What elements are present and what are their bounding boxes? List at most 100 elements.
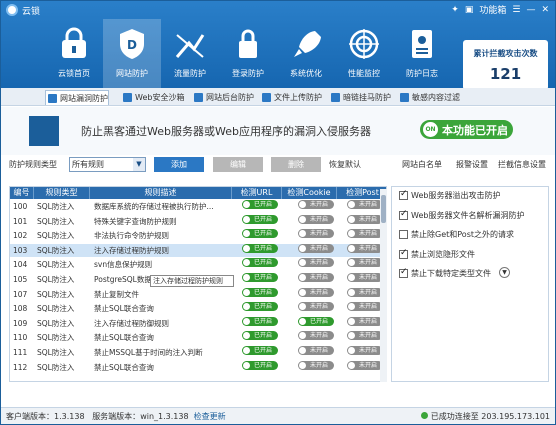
nav-log[interactable]: 防护日志 (393, 19, 451, 88)
toggle-knob (348, 274, 355, 281)
connection-text: 已成功连接至 203.195.173.101 (430, 412, 550, 421)
toggle-url[interactable]: 已开启 (242, 331, 278, 341)
toggle-post[interactable]: 未开启 (347, 214, 383, 224)
toggle-url[interactable]: 已开启 (242, 346, 278, 355)
menu-icon[interactable]: ☰ (512, 5, 520, 15)
table-row[interactable]: 104 SQL防注入 svn信息保护规则 已开启 未开启 未开启 (10, 258, 383, 271)
toggle-cookie[interactable]: 未开启 (298, 302, 334, 312)
table-row[interactable]: 108 SQL防注入 禁止SQL联合查询 已开启 未开启 未开启 (10, 302, 383, 315)
edit-button[interactable]: 编辑 (213, 157, 263, 172)
table-row[interactable]: 102 SQL防注入 非法执行命令防护规则 已开启 未开启 未开启 (10, 229, 383, 242)
nav-home[interactable]: 云锁首页 (45, 19, 103, 88)
tab-sandbox[interactable]: Web安全沙箱 (121, 90, 184, 105)
toggle-post[interactable]: 未开启 (347, 302, 383, 312)
alarm-settings-link[interactable]: 报警设置 (456, 157, 488, 172)
table-row[interactable]: 111 SQL防注入 禁止MSSQL基于时间的注入判断 已开启 未开启 未开启 (10, 346, 383, 359)
skin-icon[interactable]: ▣ (465, 5, 474, 15)
toggle-url[interactable]: 已开启 (242, 316, 278, 326)
col-desc[interactable]: 规则描述 (90, 187, 232, 199)
table-row[interactable]: 107 SQL防注入 禁止复制文件 已开启 未开启 未开启 (10, 287, 383, 301)
checkbox[interactable] (399, 267, 408, 278)
pin-icon[interactable]: ✦ (451, 5, 459, 15)
toggle-url[interactable]: 已开启 (242, 273, 278, 282)
table-row[interactable]: 103 SQL防注入 注入存储过程防护规则 已开启 未开启 未开启 (10, 243, 383, 257)
cell-id: 104 (13, 260, 28, 270)
toggle-post[interactable]: 未开启 (347, 316, 383, 326)
toggle-url[interactable]: 已开启 (242, 287, 278, 297)
tab-darklink[interactable]: 暗链挂马防护 (329, 90, 391, 105)
col-url[interactable]: 检测URL (232, 187, 282, 199)
toggle-label: 已开启 (253, 244, 272, 252)
table-row[interactable]: 100 SQL防注入 数据库系统的存储过程被执行防护... 已开启 未开启 未开启 (10, 200, 383, 213)
header: 云锁 ✦ ▣ 功能箱 ☰ — ✕ 云锁首页 D 网站防护 流量防护 登录防护 系… (1, 1, 555, 90)
nav-optimize[interactable]: 系统优化 (277, 19, 335, 88)
toggle-cookie[interactable]: 未开启 (298, 360, 334, 370)
toggle-cookie[interactable]: 未开启 (298, 331, 334, 341)
nav-monitor[interactable]: 性能监控 (335, 19, 393, 88)
tab-vuln-protect[interactable]: 网站漏洞防护 (45, 90, 109, 105)
traffic-icon (175, 34, 205, 58)
toggle-knob (299, 317, 306, 325)
toggle-cookie[interactable]: 未开启 (298, 243, 334, 253)
toggle-post[interactable]: 未开启 (347, 229, 383, 239)
toggle-url[interactable]: 已开启 (242, 229, 278, 239)
toggle-cookie[interactable]: 已开启 (298, 316, 334, 326)
checkbox[interactable] (399, 230, 408, 239)
minimize-icon[interactable]: — (526, 5, 535, 15)
tab-upload[interactable]: 文件上传防护 (260, 90, 322, 105)
feature-status: 本功能已开启 (442, 124, 508, 137)
toggle-post[interactable]: 未开启 (347, 287, 383, 297)
toggle-url[interactable]: 已开启 (242, 360, 278, 370)
table-row[interactable]: 101 SQL防注入 特殊关键字查询防护规则 已开启 未开启 未开启 (10, 214, 383, 228)
col-cookie[interactable]: 检测Cookie (282, 187, 337, 199)
scroll-thumb[interactable] (381, 195, 386, 223)
checkbox[interactable] (399, 209, 408, 220)
add-button[interactable]: 添加 (154, 157, 204, 172)
toggle-cookie[interactable]: 未开启 (298, 229, 334, 239)
toggle-url[interactable]: 已开启 (242, 214, 278, 224)
feature-toggle-button[interactable]: ON 本功能已开启 (420, 120, 513, 139)
nav-login[interactable]: 登录防护 (219, 19, 277, 88)
toggle-url[interactable]: 已开启 (242, 258, 278, 268)
toggle-label: 未开启 (358, 317, 377, 325)
toolbox-label[interactable]: 功能箱 (479, 3, 506, 16)
toggle-cookie[interactable]: 未开启 (298, 214, 334, 224)
toggle-url[interactable]: 已开启 (242, 302, 278, 312)
toggle-post[interactable]: 未开启 (347, 331, 383, 341)
toggle-cookie[interactable]: 未开启 (298, 273, 334, 282)
nav-traffic[interactable]: 流量防护 (161, 19, 219, 88)
col-type[interactable]: 规则类型 (34, 187, 90, 199)
rule-type-select[interactable]: 所有规则 ▼ (69, 157, 146, 172)
cell-id: 111 (13, 348, 28, 357)
check-update-link[interactable]: 检查更新 (194, 412, 226, 421)
checkbox[interactable] (399, 248, 408, 259)
col-id[interactable]: 编号 (10, 187, 34, 199)
delete-button[interactable]: 删除 (271, 157, 321, 172)
close-icon[interactable]: ✕ (541, 5, 549, 15)
toggle-cookie[interactable]: 未开启 (298, 258, 334, 268)
nav-web-protect[interactable]: D 网站防护 (103, 19, 161, 88)
toggle-cookie[interactable]: 未开启 (298, 287, 334, 297)
toggle-url[interactable]: 已开启 (242, 200, 278, 209)
restore-default-link[interactable]: 恢复默认 (329, 157, 361, 172)
toggle-post[interactable]: 未开启 (347, 200, 383, 209)
toggle-cookie[interactable]: 未开启 (298, 200, 334, 209)
toggle-post[interactable]: 未开启 (347, 273, 383, 282)
table-row[interactable]: 110 SQL防注入 禁止SQL联合查询 已开启 未开启 未开启 (10, 331, 383, 344)
svg-text:D: D (127, 38, 137, 52)
whitelist-link[interactable]: 网站白名单 (402, 157, 442, 172)
block-info-settings-link[interactable]: 拦截信息设置 (498, 157, 546, 172)
toggle-post[interactable]: 未开启 (347, 243, 383, 253)
toggle-post[interactable]: 未开启 (347, 360, 383, 370)
table-row[interactable]: 112 SQL防注入 禁止SQL联合查询 已开启 未开启 未开启 (10, 360, 383, 374)
toggle-post[interactable]: 未开启 (347, 346, 383, 355)
toggle-cookie[interactable]: 未开启 (298, 346, 334, 355)
expand-icon[interactable]: ▼ (499, 267, 510, 278)
toggle-post[interactable]: 未开启 (347, 258, 383, 268)
tab-sensitive[interactable]: 敏感内容过滤 (398, 90, 460, 105)
table-scrollbar[interactable] (380, 189, 387, 382)
toggle-url[interactable]: 已开启 (242, 243, 278, 253)
tab-backend[interactable]: 网站后台防护 (192, 90, 254, 105)
table-row[interactable]: 109 SQL防注入 注入存储过程防御规则 已开启 已开启 未开启 (10, 316, 383, 330)
checkbox[interactable] (399, 189, 408, 200)
